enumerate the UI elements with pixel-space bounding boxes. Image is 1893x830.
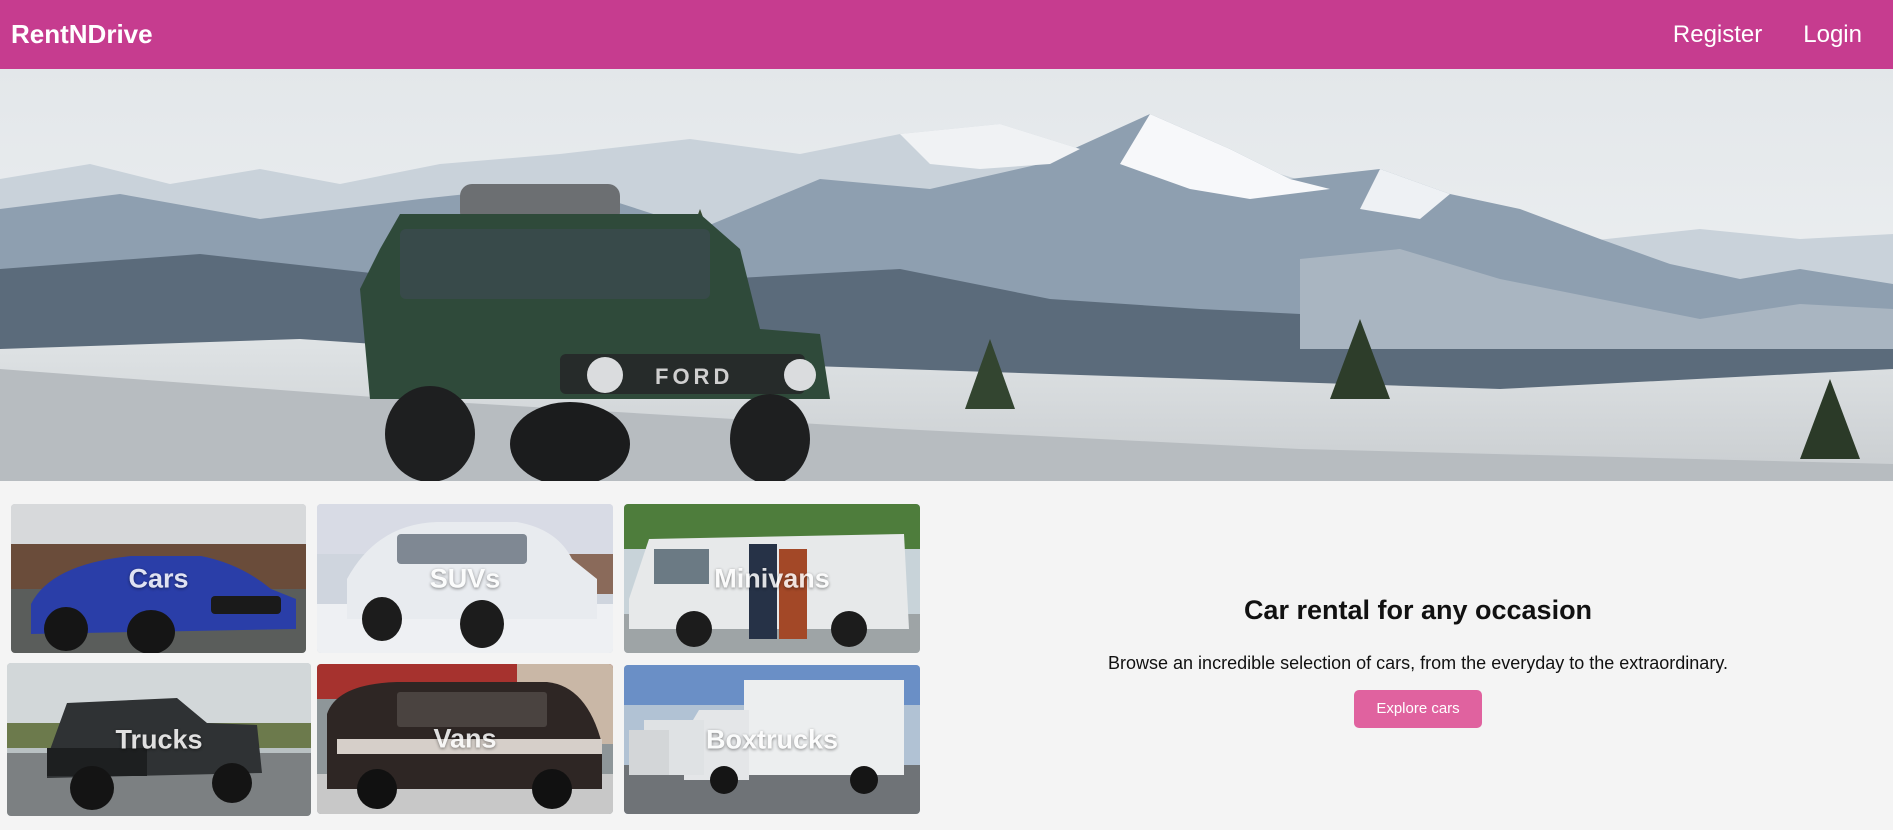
brand-logo[interactable]: RentNDrive — [11, 19, 153, 50]
category-tile-cars[interactable]: Cars — [11, 504, 306, 653]
category-tile-minivans[interactable]: Minivans — [624, 504, 920, 653]
category-tile-vans[interactable]: Vans — [317, 664, 613, 814]
suvs-label: SUVs — [429, 563, 501, 593]
nav-links: Register Login — [1673, 21, 1882, 49]
top-navbar: RentNDrive Register Login — [0, 0, 1893, 69]
category-tile-trucks[interactable]: Trucks — [7, 663, 311, 816]
boxtrucks-label: Boxtrucks — [705, 724, 839, 754]
login-link[interactable]: Login — [1803, 21, 1862, 49]
cars-label: Cars — [128, 563, 189, 593]
promo-section: Car rental for any occasion Browse an in… — [1060, 595, 1776, 728]
hero-image: FORD — [0, 69, 1893, 481]
minivans-label: Minivans — [714, 563, 830, 593]
category-tile-suvs[interactable]: SUVs — [317, 504, 613, 653]
vans-label: Vans — [433, 723, 497, 754]
promo-title: Car rental for any occasion — [1243, 595, 1593, 625]
category-tile-boxtrucks[interactable]: Boxtrucks — [624, 665, 920, 814]
promo-description: Browse an incredible selection of cars, … — [1108, 653, 1728, 673]
register-link[interactable]: Register — [1673, 21, 1762, 49]
trucks-label: Trucks — [115, 724, 203, 754]
svg-text:FORD: FORD — [655, 364, 733, 389]
explore-cars-button[interactable]: Explore cars — [1354, 690, 1482, 728]
